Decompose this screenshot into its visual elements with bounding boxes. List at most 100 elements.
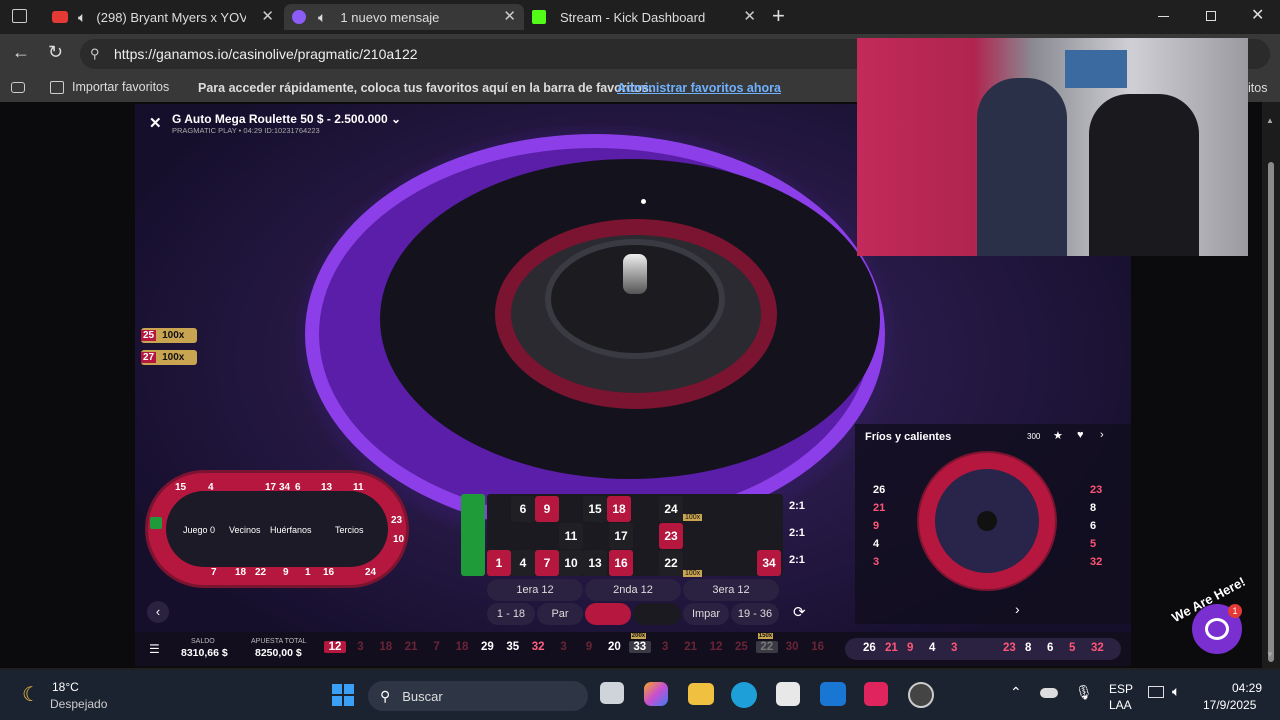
close-window-icon[interactable]: ✕: [1251, 5, 1264, 25]
col-bet[interactable]: 2:1: [789, 500, 805, 512]
bet-cell-13[interactable]: 13: [583, 550, 607, 576]
other-favorites[interactable]: itos: [1248, 81, 1267, 95]
star-icon[interactable]: ★: [1053, 429, 1063, 442]
manage-favorites-link[interactable]: Administrar favoritos ahora: [617, 81, 781, 95]
rebet-icon[interactable]: ⟳: [793, 603, 806, 621]
bet-cell-11[interactable]: 11: [559, 523, 583, 549]
tab-messages[interactable]: 🔈︎ 1 nuevo mensaje ✕: [284, 4, 524, 30]
bet-cell-15[interactable]: 15: [583, 496, 607, 522]
racetrack-number[interactable]: 17: [265, 482, 276, 493]
close-tab-icon[interactable]: ✕: [743, 7, 756, 25]
racetrack-number[interactable]: 18: [235, 567, 246, 578]
speaker-icon[interactable]: 🔈︎: [318, 9, 326, 26]
racetrack-huerfanos[interactable]: Huérfanos: [270, 525, 312, 535]
outlook-icon[interactable]: [820, 682, 846, 706]
back-icon[interactable]: ←: [12, 42, 30, 63]
page-scrollbar[interactable]: ▲ ▼: [1262, 102, 1280, 668]
bet-high[interactable]: 19 - 36: [731, 603, 779, 625]
language-layout[interactable]: LAA: [1109, 698, 1132, 712]
obs-icon[interactable]: [908, 682, 934, 708]
racetrack-number[interactable]: 9: [283, 567, 289, 578]
zero-cell[interactable]: [461, 494, 485, 576]
store-icon[interactable]: [776, 682, 800, 706]
bet-cell-10[interactable]: 10: [559, 550, 583, 576]
bet-cell-6[interactable]: 6: [511, 496, 535, 522]
close-tab-icon[interactable]: ✕: [503, 7, 516, 25]
racetrack-number[interactable]: 1: [305, 567, 311, 578]
edge-icon[interactable]: [731, 682, 757, 708]
close-game-icon[interactable]: ✕: [149, 114, 162, 132]
minimize-icon[interactable]: [1158, 16, 1169, 17]
bet-odd[interactable]: Impar: [683, 603, 729, 625]
dozen-1[interactable]: 1era 12: [487, 579, 583, 601]
racetrack-number[interactable]: 4: [208, 482, 214, 493]
heart-icon[interactable]: ♥: [1077, 429, 1084, 441]
bet-cell-16[interactable]: 16: [609, 550, 633, 576]
clock-date[interactable]: 17/9/2025: [1203, 698, 1256, 712]
language-code[interactable]: ESP: [1109, 682, 1133, 696]
chips-icon[interactable]: ☰: [149, 642, 160, 656]
racetrack-number[interactable]: 11: [353, 482, 364, 493]
mic-icon[interactable]: 🎙︎: [1075, 684, 1093, 701]
cloud-icon[interactable]: [1040, 688, 1058, 698]
file-explorer-icon[interactable]: [688, 683, 714, 705]
clock-time[interactable]: 04:29: [1232, 681, 1262, 695]
bet-cell-7[interactable]: 7: [535, 550, 559, 576]
col-bet[interactable]: 2:1: [789, 527, 805, 539]
close-tab-icon[interactable]: ✕: [261, 7, 274, 25]
refresh-icon[interactable]: ↻: [48, 42, 63, 63]
racetrack-number[interactable]: 6: [295, 482, 301, 493]
dozen-3[interactable]: 3era 12: [683, 579, 779, 601]
racetrack-number[interactable]: 16: [323, 567, 334, 578]
bet-cell-18[interactable]: 18: [607, 496, 631, 522]
bet-black[interactable]: [633, 603, 681, 625]
weather-temp[interactable]: 18°C: [52, 680, 79, 694]
chevron-up-icon[interactable]: ⌃: [1010, 684, 1022, 701]
bet-cell-24[interactable]: 24: [659, 496, 683, 522]
bet-red[interactable]: [585, 603, 631, 625]
bet-cell-1[interactable]: 1: [487, 550, 511, 576]
new-tab-icon[interactable]: +: [772, 3, 785, 29]
racetrack-number[interactable]: 24: [365, 567, 376, 578]
restore-icon[interactable]: [1206, 11, 1216, 21]
racetrack-vecinos[interactable]: Vecinos: [229, 525, 261, 535]
tab-actions-icon[interactable]: [12, 9, 27, 23]
bet-cell-23[interactable]: 23: [659, 523, 683, 549]
chevron-right-icon[interactable]: ›: [1015, 601, 1020, 617]
search-box[interactable]: ⚲ Buscar: [368, 681, 588, 711]
racetrack-number[interactable]: 22: [255, 567, 266, 578]
racetrack-tercios[interactable]: Tercios: [335, 525, 364, 535]
racetrack-number[interactable]: 13: [321, 482, 332, 493]
racetrack-juego0[interactable]: Juego 0: [183, 525, 215, 535]
bet-cell-22[interactable]: 22: [659, 550, 683, 576]
tiktok-icon[interactable]: [864, 682, 888, 706]
racetrack-number[interactable]: 10: [393, 534, 404, 545]
copilot-icon[interactable]: [644, 682, 668, 706]
collections-icon[interactable]: [11, 82, 25, 93]
bet-cell-34[interactable]: 34: [757, 550, 781, 576]
col-bet[interactable]: 2:1: [789, 554, 805, 566]
racetrack-number[interactable]: 23: [391, 515, 402, 526]
dozen-2[interactable]: 2nda 12: [585, 579, 681, 601]
bet-low[interactable]: 1 - 18: [487, 603, 535, 625]
tab-youtube[interactable]: 🔈︎ (298) Bryant Myers x YOVNG ✕: [44, 4, 282, 30]
network-icon[interactable]: [1148, 686, 1164, 698]
import-favorites-button[interactable]: Importar favoritos: [50, 80, 169, 94]
start-icon[interactable]: [332, 684, 354, 706]
racetrack-number[interactable]: 15: [175, 482, 186, 493]
bet-cell-4[interactable]: 4: [511, 550, 535, 576]
tab-kick[interactable]: Stream - Kick Dashboard ✕: [526, 4, 764, 30]
task-view-icon[interactable]: [600, 682, 624, 704]
site-info-icon[interactable]: ⚲: [90, 39, 100, 69]
speaker-icon[interactable]: 🔈︎: [78, 9, 86, 26]
prev-icon[interactable]: ‹: [147, 601, 169, 623]
game-title[interactable]: G Auto Mega Roulette 50 $ - 2.500.000 ⌄: [172, 112, 401, 126]
rounds-count[interactable]: 300: [1027, 432, 1040, 441]
bet-cell-17[interactable]: 17: [609, 523, 633, 549]
chevron-right-icon[interactable]: ›: [1100, 429, 1104, 441]
volume-icon[interactable]: 🔈︎: [1172, 683, 1180, 700]
bet-even[interactable]: Par: [537, 603, 583, 625]
racetrack-number[interactable]: 34: [279, 482, 290, 493]
bet-cell-9[interactable]: 9: [535, 496, 559, 522]
racetrack-number[interactable]: 7: [211, 567, 217, 578]
